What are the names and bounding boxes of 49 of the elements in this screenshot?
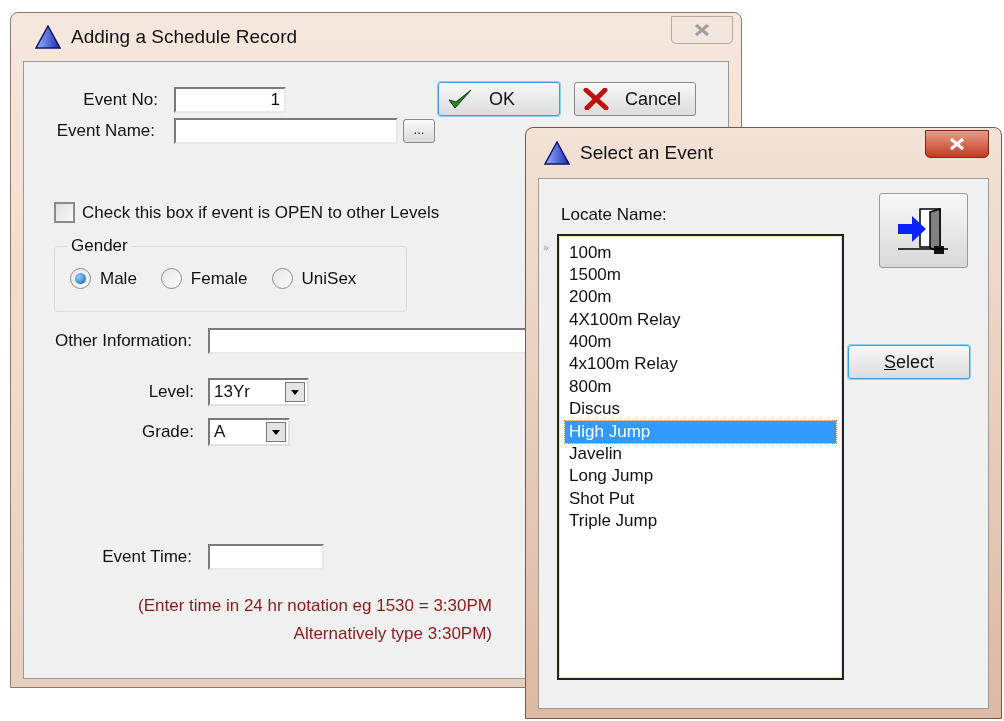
field-label: Event No: — [82, 89, 158, 112]
cancel-button[interactable]: Cancel — [574, 82, 696, 116]
radio-label: UniSex — [301, 267, 357, 290]
radio-label: Female — [190, 267, 248, 290]
level-dropdown[interactable]: 13Yr — [208, 377, 309, 406]
list-item[interactable]: Long Jump — [565, 465, 836, 488]
ok-button[interactable]: OK — [438, 82, 560, 116]
triangle-icon — [544, 141, 570, 165]
exit-button[interactable] — [879, 193, 968, 268]
triangle-icon — [35, 25, 61, 49]
radio-button[interactable] — [271, 267, 293, 289]
field-label: Event Time: — [101, 545, 192, 568]
window-title: Select an Event — [580, 140, 714, 165]
list-item[interactable]: 800m — [565, 375, 836, 399]
list-item[interactable]: 100m — [565, 241, 836, 264]
browse-button[interactable]: ... — [403, 119, 435, 143]
list-item[interactable]: Javelin — [565, 443, 836, 466]
close-button[interactable] — [925, 130, 989, 158]
row-pointer: » — [543, 241, 551, 255]
field-label: Grade: — [141, 420, 194, 443]
window-title: Adding a Schedule Record — [71, 24, 298, 49]
list-item[interactable]: 1500m — [565, 263, 836, 287]
event-number-field[interactable]: 1 — [174, 87, 286, 113]
grade-dropdown[interactable]: A — [208, 417, 290, 446]
hint-text: (Enter time in 24 hr notation eg 1530 = 3:30PM — [138, 594, 492, 617]
select-button[interactable]: Select — [848, 345, 970, 379]
field-label: Event Name: — [55, 120, 155, 143]
locate-label: Locate Name: — [561, 204, 668, 226]
field-label: Other Information: — [54, 329, 192, 352]
list-item[interactable]: Shot Put — [565, 487, 836, 511]
list-item[interactable]: 200m — [565, 286, 836, 309]
radio-button[interactable] — [70, 267, 91, 289]
field-label: Level: — [147, 380, 194, 403]
checkbox-label: Check this box if event is OPEN to other Levels — [82, 202, 440, 224]
close-icon — [948, 137, 966, 151]
radio-label: Male — [100, 267, 137, 290]
checkbox[interactable] — [54, 202, 75, 224]
list-item[interactable]: 4X100m Relay — [565, 308, 836, 332]
event-time-field[interactable] — [208, 543, 324, 570]
close-icon — [693, 23, 711, 37]
radio-button[interactable] — [160, 267, 182, 289]
event-name-field[interactable] — [174, 118, 398, 144]
hint-text: Alternatively type 3:30PM) — [293, 622, 492, 645]
list-item[interactable]: 400m — [565, 331, 836, 354]
list-item[interactable]: 4x100m Relay — [565, 353, 836, 376]
list-item[interactable]: Triple Jump — [565, 510, 836, 533]
checkmark-icon — [447, 88, 473, 110]
list-item[interactable]: Discus — [565, 398, 836, 421]
cross-icon — [583, 88, 609, 110]
